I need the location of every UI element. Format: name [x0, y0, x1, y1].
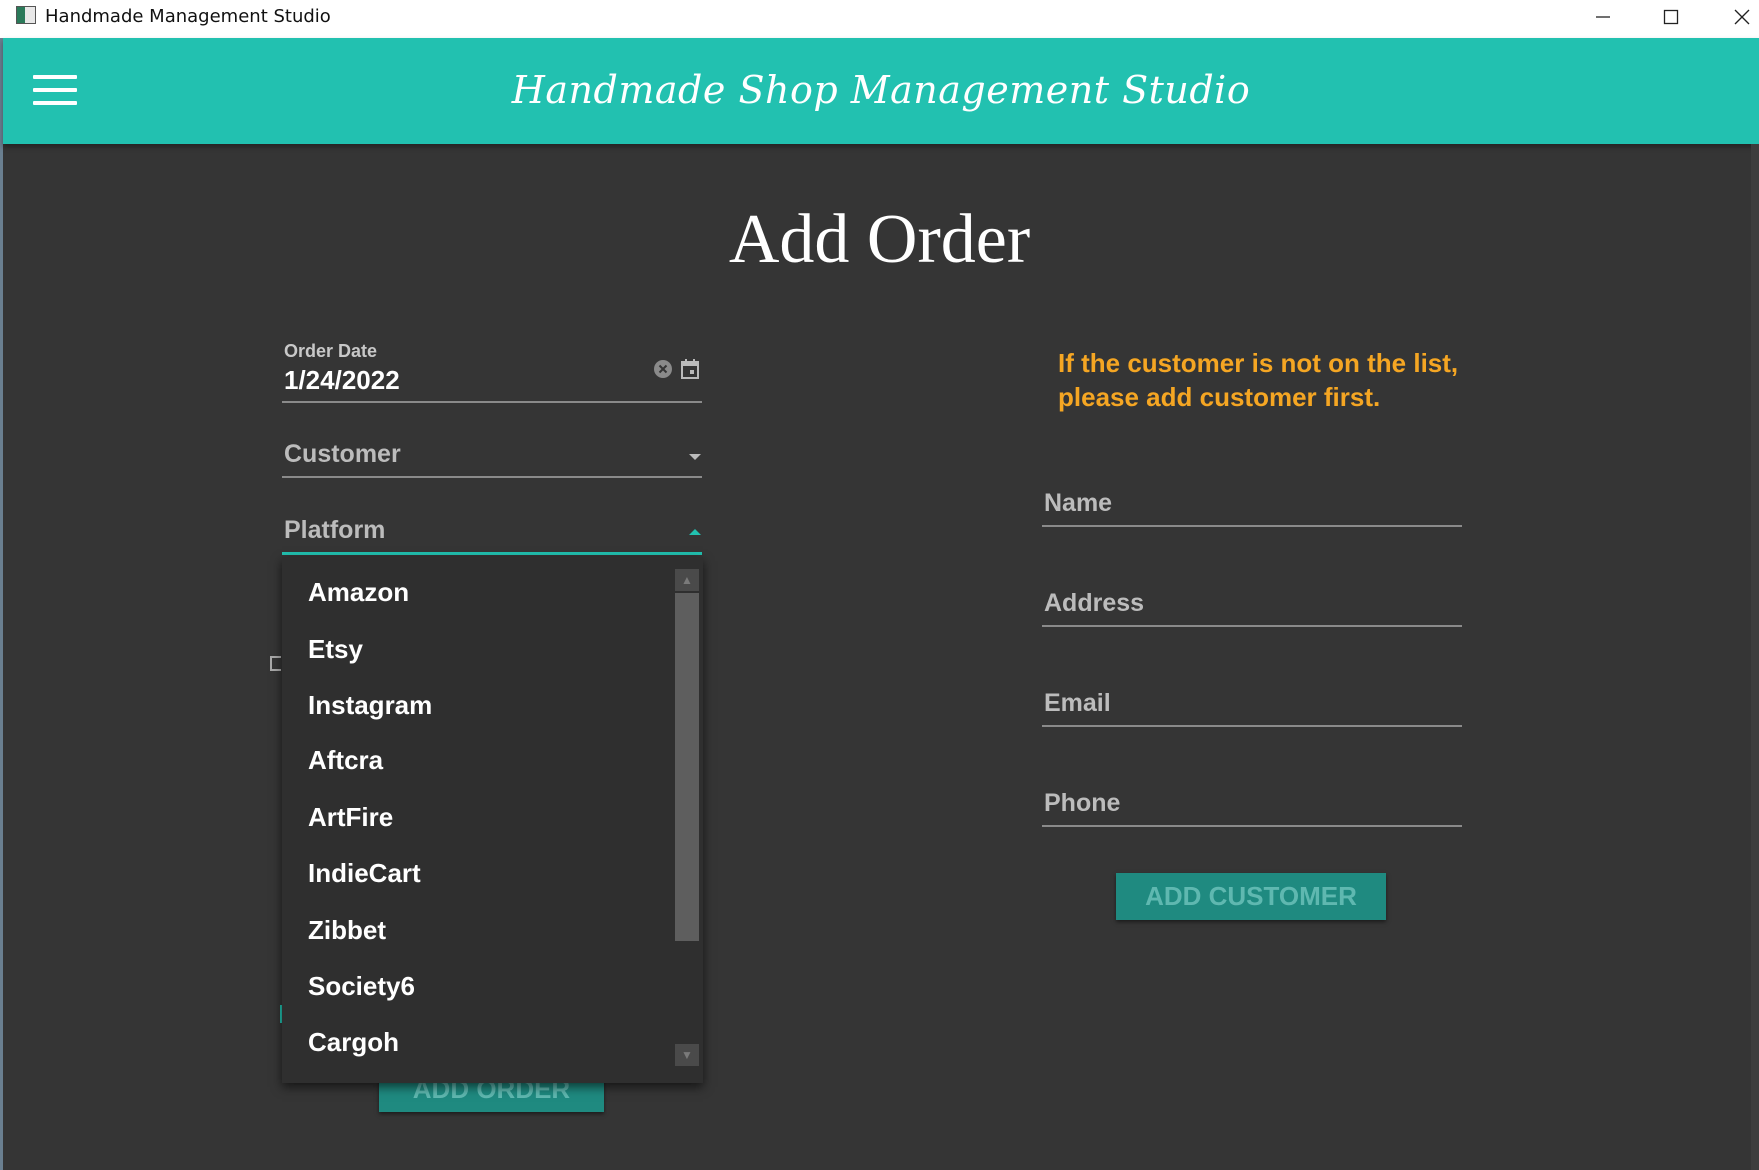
minimize-icon [1596, 16, 1610, 18]
app-icon [16, 6, 36, 24]
add-customer-label: ADD CUSTOMER [1145, 881, 1357, 911]
phone-underline [1042, 825, 1462, 827]
platform-option[interactable]: Aftcra [308, 740, 383, 780]
add-customer-button[interactable]: ADD CUSTOMER [1116, 873, 1386, 920]
email-placeholder: Email [1044, 689, 1111, 717]
order-date-value: 1/24/2022 [284, 365, 400, 395]
minimize-button[interactable] [1573, 0, 1633, 34]
customer-placeholder: Customer [284, 440, 401, 468]
dropdown-scrollbar-thumb[interactable] [675, 593, 699, 941]
platform-option[interactable]: Cargoh [308, 1022, 399, 1062]
hidden-checkbox[interactable] [270, 656, 281, 671]
platform-placeholder: Platform [284, 516, 386, 544]
name-placeholder: Name [1044, 489, 1113, 517]
page-title: Add Order [728, 201, 1031, 278]
scroll-up-arrow-icon[interactable]: ▲ [675, 569, 699, 591]
platform-option[interactable]: Amazon [308, 572, 409, 612]
name-underline [1042, 525, 1462, 527]
platform-option[interactable]: ArtFire [308, 797, 393, 837]
window-title: Handmade Management Studio [45, 6, 331, 27]
page-scrollbar[interactable] [1751, 144, 1759, 1170]
platform-option[interactable]: Etsy [308, 629, 363, 669]
app-title: Handmade Shop Management Studio [511, 68, 1251, 112]
name-field[interactable]: Name [1042, 487, 1462, 527]
phone-field[interactable]: Phone [1042, 787, 1462, 827]
clear-date-icon[interactable] [653, 359, 673, 379]
phone-placeholder: Phone [1044, 789, 1121, 817]
platform-option[interactable]: IndieCart [308, 853, 421, 893]
email-field[interactable]: Email [1042, 687, 1462, 727]
scroll-down-arrow-icon[interactable]: ▼ [675, 1044, 699, 1066]
close-button[interactable] [1712, 0, 1759, 34]
platform-option[interactable]: Instagram [308, 685, 432, 725]
order-date-underline [282, 401, 702, 403]
platform-option[interactable]: Zibbet [308, 910, 386, 950]
order-date-field[interactable]: Order Date 1/24/2022 [282, 341, 702, 403]
customer-underline [282, 476, 702, 478]
chevron-down-icon [689, 454, 701, 460]
address-placeholder: Address [1044, 589, 1145, 617]
maximize-button[interactable] [1641, 0, 1701, 34]
customer-select[interactable]: Customer [282, 438, 702, 478]
calendar-icon[interactable] [680, 358, 700, 380]
platform-option[interactable]: Society6 [308, 966, 415, 1006]
customer-notice: If the customer is not on the list, plea… [1058, 348, 1459, 412]
close-icon [1734, 9, 1750, 25]
address-field[interactable]: Address [1042, 587, 1462, 627]
platform-select[interactable]: Platform [282, 514, 702, 555]
chevron-up-icon [689, 529, 701, 535]
platform-underline [282, 552, 702, 555]
maximize-icon [1663, 9, 1679, 25]
platform-dropdown-list: Amazon Etsy Instagram Aftcra ArtFire Ind… [282, 557, 703, 1083]
email-underline [1042, 725, 1462, 727]
order-date-label: Order Date [284, 341, 378, 361]
window-titlebar: Handmade Management Studio [0, 0, 1759, 38]
address-underline [1042, 625, 1462, 627]
app-bar: Handmade Shop Management Studio [3, 38, 1759, 144]
